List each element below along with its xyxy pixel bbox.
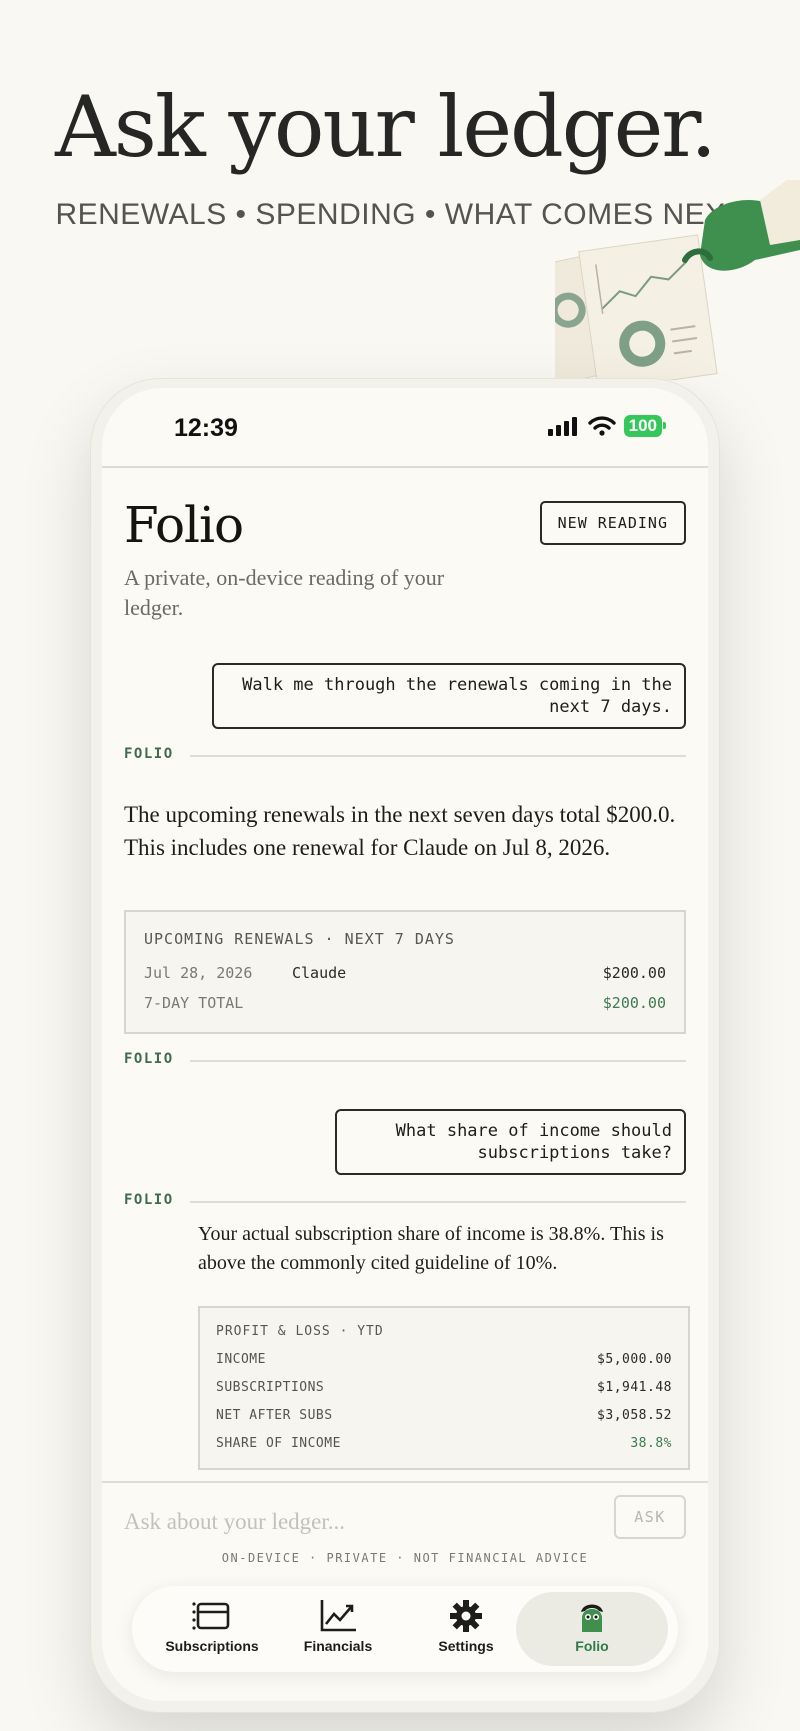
pl-label: SUBSCRIPTIONS xyxy=(216,1380,325,1395)
page-title: Folio xyxy=(124,496,244,554)
ask-input[interactable]: Ask about your ledger... xyxy=(124,1509,544,1535)
total-row: 7-DAY TOTAL $200.00 xyxy=(144,994,666,1012)
wifi-icon xyxy=(587,416,616,436)
folio-speaker-label: FOLIO xyxy=(124,746,174,762)
pl-row: NET AFTER SUBS $3,058.52 xyxy=(216,1408,672,1423)
pl-row: SUBSCRIPTIONS $1,941.48 xyxy=(216,1380,672,1395)
pl-label: SHARE OF INCOME xyxy=(216,1436,341,1451)
status-icons: 100 xyxy=(547,415,667,437)
folio-speaker-label: FOLIO xyxy=(124,1192,174,1208)
battery-icon: 100 xyxy=(623,415,667,437)
renewal-name: Claude xyxy=(292,964,347,982)
composer: Ask about your ledger... ASK ON-DEVICE ·… xyxy=(102,1481,708,1577)
status-bar: 12:39 100 xyxy=(102,388,708,468)
signal-icon xyxy=(547,417,577,436)
tab-settings[interactable]: Settings xyxy=(404,1592,528,1666)
pl-value: $5,000.00 xyxy=(597,1352,672,1367)
pl-label: NET AFTER SUBS xyxy=(216,1408,333,1423)
divider xyxy=(190,755,686,757)
folio-mascot-icon xyxy=(581,1604,603,1632)
subscriptions-icon xyxy=(192,1602,230,1630)
chart-icon xyxy=(320,1600,356,1632)
ask-button[interactable]: ASK xyxy=(614,1495,686,1539)
tab-folio[interactable]: Folio xyxy=(516,1592,668,1666)
renewal-date: Jul 28, 2026 xyxy=(144,964,253,982)
profit-loss-card: PROFIT & LOSS · YTD INCOME $5,000.00 SUB… xyxy=(198,1306,690,1470)
total-amount: $200.00 xyxy=(602,994,666,1012)
disclaimer: ON-DEVICE · PRIVATE · NOT FINANCIAL ADVI… xyxy=(221,1551,589,1565)
tab-label: Subscriptions xyxy=(165,1638,259,1654)
pl-row: SHARE OF INCOME 38.8% xyxy=(216,1436,672,1451)
user-message: What share of income should subscription… xyxy=(335,1109,686,1175)
tab-financials[interactable]: Financials xyxy=(276,1592,400,1666)
folio-answer: Your actual subscription share of income… xyxy=(198,1223,664,1274)
divider xyxy=(190,1060,686,1062)
new-reading-button[interactable]: NEW READING xyxy=(539,501,686,545)
divider xyxy=(190,1201,686,1203)
renewal-amount: $200.00 xyxy=(602,964,666,982)
renewal-row: Jul 28, 2026 Claude $200.00 xyxy=(144,964,666,982)
tab-label: Folio xyxy=(575,1638,609,1654)
folio-answer: The upcoming renewals in the next seven … xyxy=(124,802,676,860)
folio-speaker-label: FOLIO xyxy=(124,1051,174,1067)
total-label: 7-DAY TOTAL xyxy=(144,994,244,1012)
card-title: PROFIT & LOSS · YTD xyxy=(216,1324,384,1339)
renewals-card: UPCOMING RENEWALS · NEXT 7 DAYS Jul 28, … xyxy=(124,910,686,1034)
tab-bar: Subscriptions Financials Settings Folio xyxy=(132,1586,678,1672)
pl-value: $3,058.52 xyxy=(597,1408,672,1423)
user-message: Walk me through the renewals coming in t… xyxy=(212,663,686,729)
page-tagline: A private, on-device reading of your led… xyxy=(124,565,445,620)
app-screen: 12:39 100 Folio NEW READING A private, o… xyxy=(102,388,708,1701)
pl-label: INCOME xyxy=(216,1352,266,1367)
gear-icon xyxy=(450,1600,482,1632)
status-time: 12:39 xyxy=(174,414,238,442)
pl-value: $1,941.48 xyxy=(597,1380,672,1395)
tab-label: Financials xyxy=(303,1638,373,1654)
phone-frame: 12:39 100 Folio NEW READING A private, o… xyxy=(90,378,720,1713)
hero-headline: Ask your ledger. xyxy=(55,78,717,176)
ledger-papers-illustration xyxy=(555,180,800,380)
tab-label: Settings xyxy=(438,1638,494,1654)
card-title: UPCOMING RENEWALS · NEXT 7 DAYS xyxy=(144,930,455,948)
pl-value: 38.8% xyxy=(630,1436,672,1451)
tab-subscriptions[interactable]: Subscriptions xyxy=(150,1592,274,1666)
pl-row: INCOME $5,000.00 xyxy=(216,1352,672,1367)
